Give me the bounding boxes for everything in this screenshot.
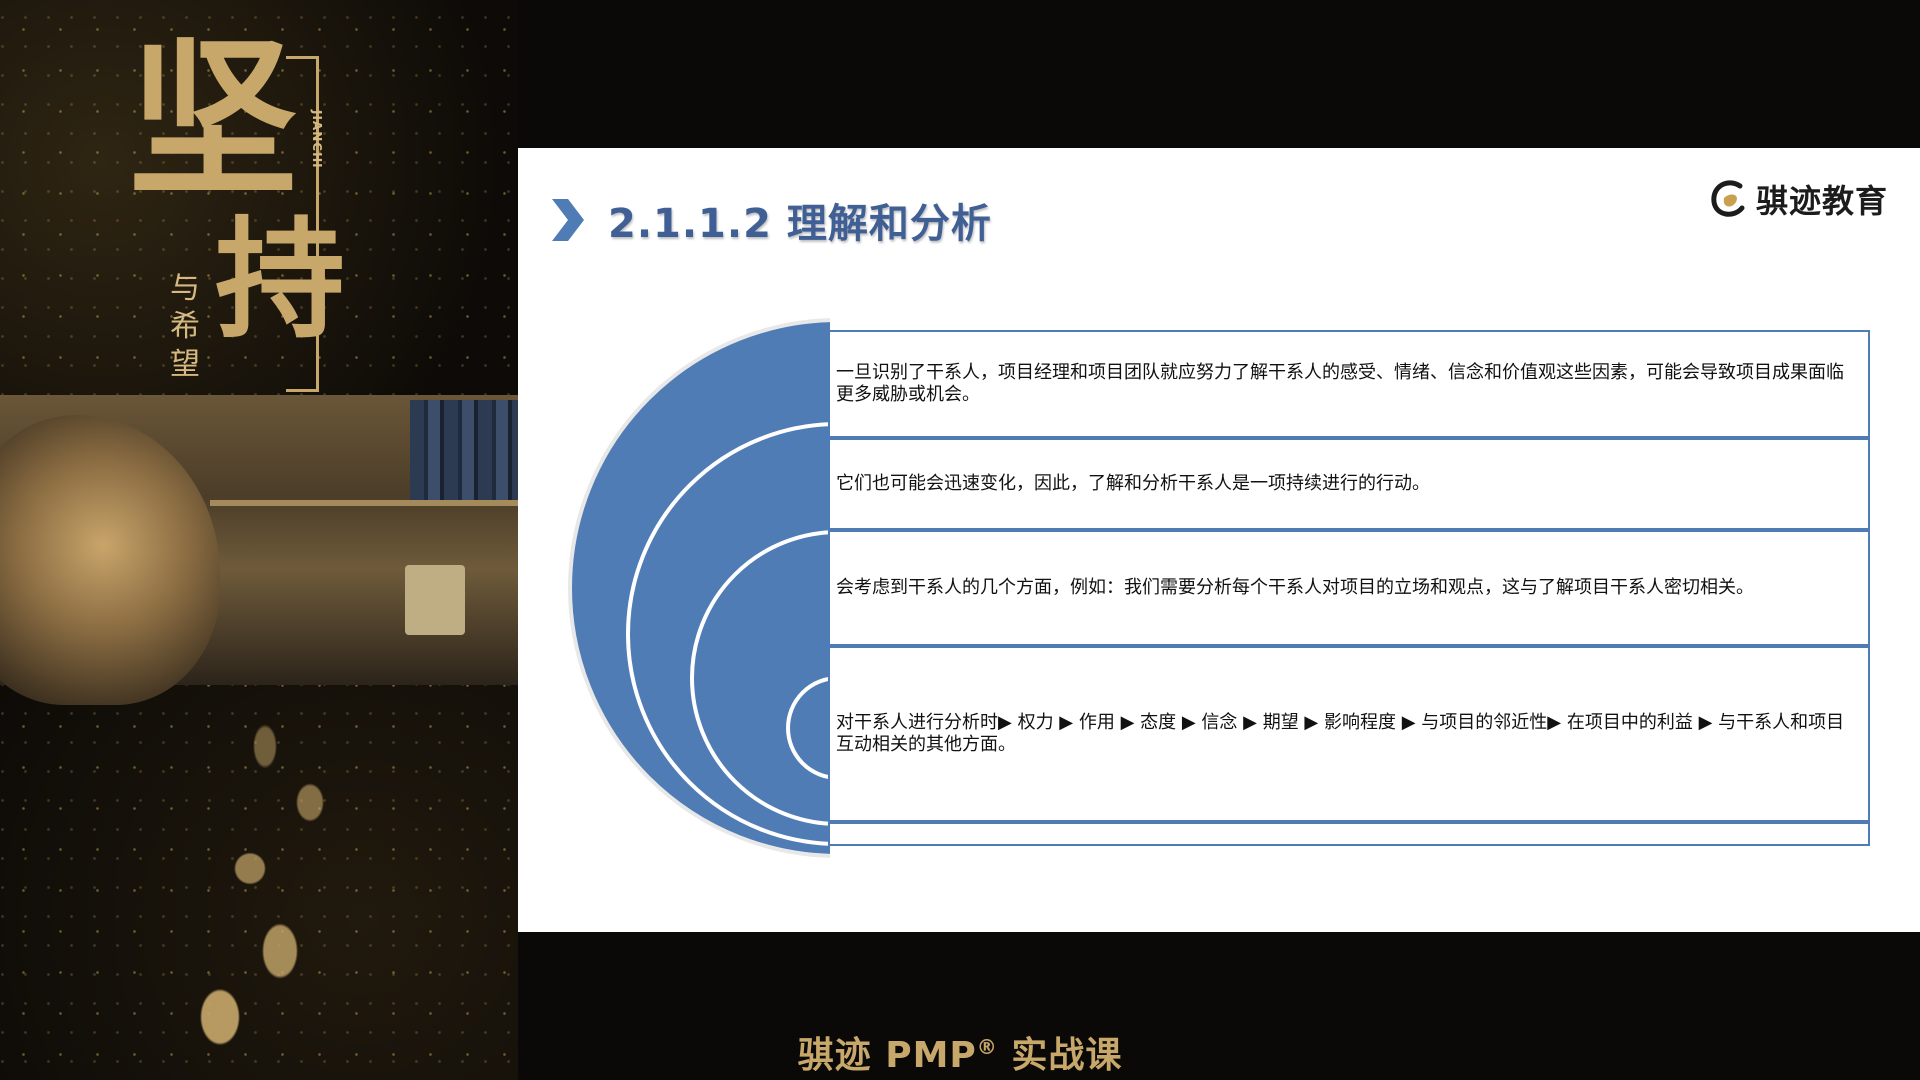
info-row-1-text: 一旦识别了干系人，项目经理和项目团队就应努力了解干系人的感受、情绪、信念和价值观… xyxy=(836,362,1844,405)
registered-mark: ® xyxy=(976,1035,998,1059)
poster-pinyin: JIANCHI xyxy=(310,110,324,169)
footprints-graphic xyxy=(130,720,430,1050)
info-row-2-text: 它们也可能会迅速变化，因此，了解和分析干系人是一项持续进行的行动。 xyxy=(836,473,1430,494)
poster-title-char-2: 持 xyxy=(215,203,346,356)
info-row-4-text: 对干系人进行分析时▶ 权力 ▶ 作用 ▶ 态度 ▶ 信念 ▶ 期望 ▶ 影响程度… xyxy=(836,712,1845,755)
bookshelf xyxy=(210,500,518,506)
presentation-slide: 2.1.1.2 理解和分析 骐迹教育 一旦识别了干系人，项目经理和项目团队就应努… xyxy=(518,148,1920,932)
course-caption: 骐迹 PMP® 实战课 xyxy=(0,1026,1920,1078)
caption-suffix: 实战课 xyxy=(997,1035,1123,1076)
books xyxy=(410,400,518,500)
info-row-4: 对干系人进行分析时▶ 权力 ▶ 作用 ▶ 态度 ▶ 信念 ▶ 期望 ▶ 影响程度… xyxy=(828,646,1870,822)
poster-photo xyxy=(0,395,518,705)
info-row-2: 它们也可能会迅速变化，因此，了解和分析干系人是一项持续进行的行动。 xyxy=(828,438,1870,530)
poster-subtitle: 与希望 xyxy=(170,271,200,382)
info-row-3-text: 会考虑到干系人的几个方面，例如：我们需要分析每个干系人对项目的立场和观点，这与了… xyxy=(836,577,1754,598)
plant-pot xyxy=(405,565,465,635)
info-row-5 xyxy=(828,822,1870,846)
poster-panel: 坚 持 与希望 JIANCHI xyxy=(0,0,518,1080)
info-row-3: 会考虑到干系人的几个方面，例如：我们需要分析每个干系人对项目的立场和观点，这与了… xyxy=(828,530,1870,646)
person-silhouette xyxy=(0,415,220,705)
caption-prefix: 骐迹 PMP xyxy=(797,1035,977,1076)
info-row-1: 一旦识别了干系人，项目经理和项目团队就应努力了解干系人的感受、情绪、信念和价值观… xyxy=(828,330,1870,438)
